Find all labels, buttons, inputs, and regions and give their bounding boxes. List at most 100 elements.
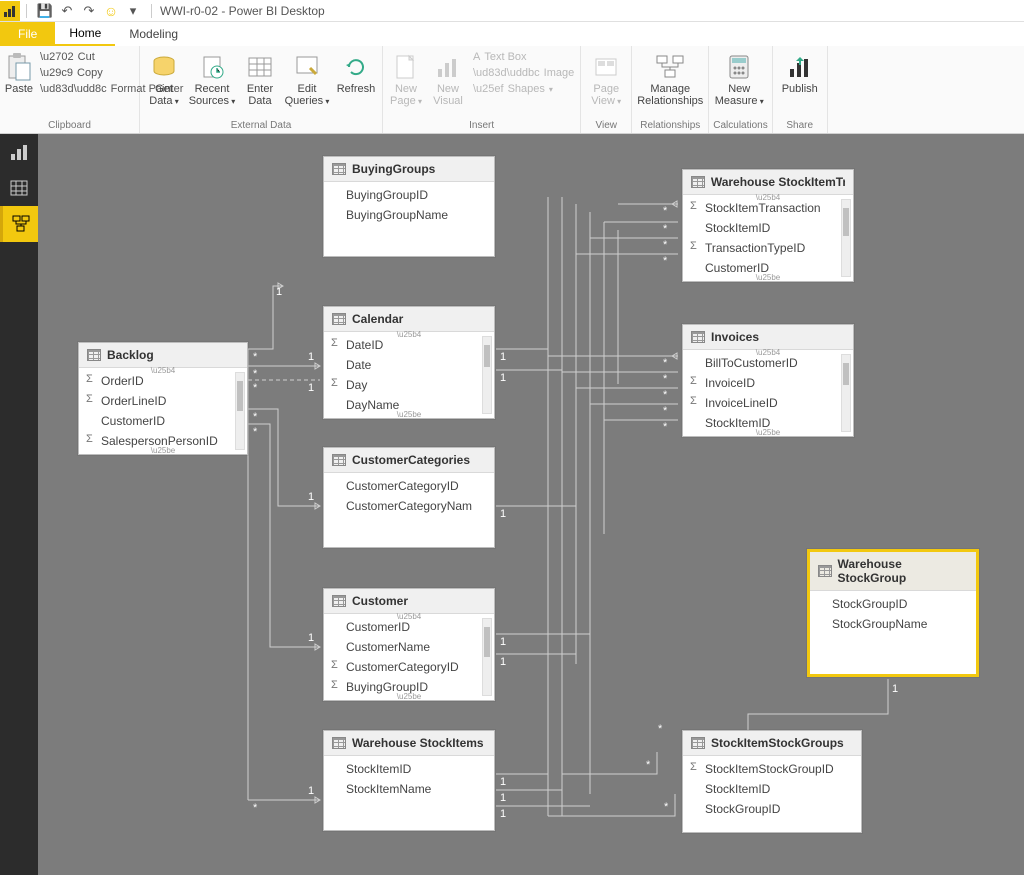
svg-text:*: * [253,368,258,380]
svg-text:1: 1 [500,636,506,648]
svg-text:1: 1 [500,776,506,788]
field[interactable]: StockItemStockGroupID [683,759,861,779]
new-measure-button[interactable]: New Measure [713,48,765,107]
svg-text:*: * [663,205,668,217]
shapes-button: \u25efShapes [471,82,576,96]
publish-button[interactable]: Publish [777,48,823,96]
svg-text:1: 1 [500,508,506,520]
tab-file[interactable]: File [0,22,55,46]
rail-data-view[interactable] [0,170,38,206]
new-page-icon [391,52,421,82]
field[interactable]: InvoiceLineID [683,393,853,413]
field[interactable]: OrderID [79,371,247,391]
field[interactable]: CustomerCategoryID [324,657,494,677]
field[interactable]: Date [324,355,494,375]
svg-text:*: * [663,255,668,267]
field[interactable]: OrderLineID [79,391,247,411]
titlebar: 💾 ↶ ↷ ☺ ▾ WWI-r0-02 - Power BI Desktop [0,0,1024,22]
smiley-icon[interactable]: ☺ [103,3,119,19]
svg-text:*: * [663,421,668,433]
qat-dropdown-icon[interactable]: ▾ [125,3,141,19]
paste-icon [4,52,34,82]
field[interactable]: CustomerID [324,617,494,637]
model-canvas[interactable]: * 1 * 1 * 1 * 1 * 1 * 1 [38,134,1024,875]
tab-modeling[interactable]: Modeling [115,22,192,46]
field[interactable]: StockItemTransaction [683,198,853,218]
table-icon [332,313,346,325]
table-warehouse-stockitemtr[interactable]: Warehouse StockItemTr \u25b4 StockItemTr… [682,169,854,282]
field[interactable]: BuyingGroupName [324,205,494,225]
field[interactable]: StockGroupName [810,614,976,634]
scrollbar[interactable] [841,354,851,432]
scrollbar[interactable] [482,618,492,696]
field[interactable]: DateID [324,335,494,355]
rail-model-view[interactable] [0,206,38,242]
svg-text:*: * [663,373,668,385]
text-box-icon: A [473,51,480,63]
field[interactable]: CustomerCategoryID [324,476,494,496]
scrollbar[interactable] [235,372,245,450]
svg-text:1: 1 [308,632,314,644]
field[interactable]: StockItemID [324,759,494,779]
svg-text:1: 1 [500,808,506,820]
svg-text:*: * [253,426,258,438]
recent-sources-button[interactable]: Recent Sources [188,48,236,107]
table-stockitemstockgroups[interactable]: StockItemStockGroups StockItemStockGroup… [682,730,862,833]
ribbon-group-clipboard: Paste \u2702Cut \u29c9Copy \ud83d\udd8cF… [0,46,140,133]
field[interactable]: TransactionTypeID [683,238,853,258]
ribbon-tabs: File Home Modeling [0,22,1024,46]
table-invoices[interactable]: Invoices \u25b4 BillToCustomerID Invoice… [682,324,854,437]
refresh-button[interactable]: Refresh [334,48,378,96]
field[interactable]: Day [324,375,494,395]
edit-queries-button[interactable]: Edit Queries [284,48,330,107]
relationship-lines: * 1 * 1 * 1 * 1 * 1 * 1 [38,134,1024,875]
table-warehouse-stockgroup[interactable]: Warehouse StockGroup StockGroupID StockG… [807,549,979,677]
image-icon: \ud83d\uddbc [473,67,540,79]
field[interactable]: CustomerCategoryNam [324,496,494,516]
new-visual-button: New Visual [429,48,467,107]
table-customer[interactable]: Customer \u25b4 CustomerID CustomerName … [323,588,495,701]
field[interactable]: StockItemName [324,779,494,799]
text-box-button: AText Box [471,50,576,64]
field[interactable]: StockItemID [683,779,861,799]
paste-button[interactable]: Paste [4,48,34,96]
field[interactable]: StockGroupID [810,594,976,614]
scrollbar[interactable] [482,336,492,414]
table-backlog[interactable]: Backlog \u25b4 OrderID OrderLineID Custo… [78,342,248,455]
field[interactable]: StockGroupID [683,799,861,819]
quick-access-toolbar: 💾 ↶ ↷ ☺ ▾ [31,3,147,19]
table-calendar[interactable]: Calendar \u25b4 DateID Date Day DayName … [323,306,495,419]
table-customercategories[interactable]: CustomerCategories CustomerCategoryID Cu… [323,447,495,548]
svg-text:1: 1 [308,491,314,503]
field[interactable]: BillToCustomerID [683,353,853,373]
ribbon-group-view: Page View View [581,46,632,133]
svg-text:*: * [663,239,668,251]
undo-icon[interactable]: ↶ [59,3,75,19]
svg-text:*: * [663,389,668,401]
table-buyinggroups[interactable]: BuyingGroups BuyingGroupID BuyingGroupNa… [323,156,495,257]
tab-home[interactable]: Home [55,22,115,46]
page-view-button: Page View [585,48,627,107]
rail-report-view[interactable] [0,134,38,170]
field[interactable]: CustomerID [79,411,247,431]
scrollbar[interactable] [841,199,851,277]
field[interactable]: CustomerName [324,637,494,657]
enter-data-button[interactable]: Enter Data [240,48,280,107]
left-nav-rail [0,134,38,875]
shapes-icon: \u25ef [473,83,504,95]
edit-queries-icon [292,52,322,82]
ribbon-group-relationships: Manage Relationships Relationships [632,46,709,133]
table-warehouse-stockitems[interactable]: Warehouse StockItems StockItemID StockIt… [323,730,495,831]
redo-icon[interactable]: ↷ [81,3,97,19]
ribbon-group-external-data: Get Data Recent Sources Enter Data Edit … [140,46,383,133]
recent-sources-icon [197,52,227,82]
field[interactable]: StockItemID [683,218,853,238]
app-icon [0,1,20,21]
save-icon[interactable]: 💾 [37,3,53,19]
manage-relationships-button[interactable]: Manage Relationships [636,48,704,107]
field[interactable]: InvoiceID [683,373,853,393]
field[interactable]: BuyingGroupID [324,185,494,205]
new-measure-icon [724,52,754,82]
cut-icon: \u2702 [40,51,74,63]
get-data-button[interactable]: Get Data [144,48,184,107]
